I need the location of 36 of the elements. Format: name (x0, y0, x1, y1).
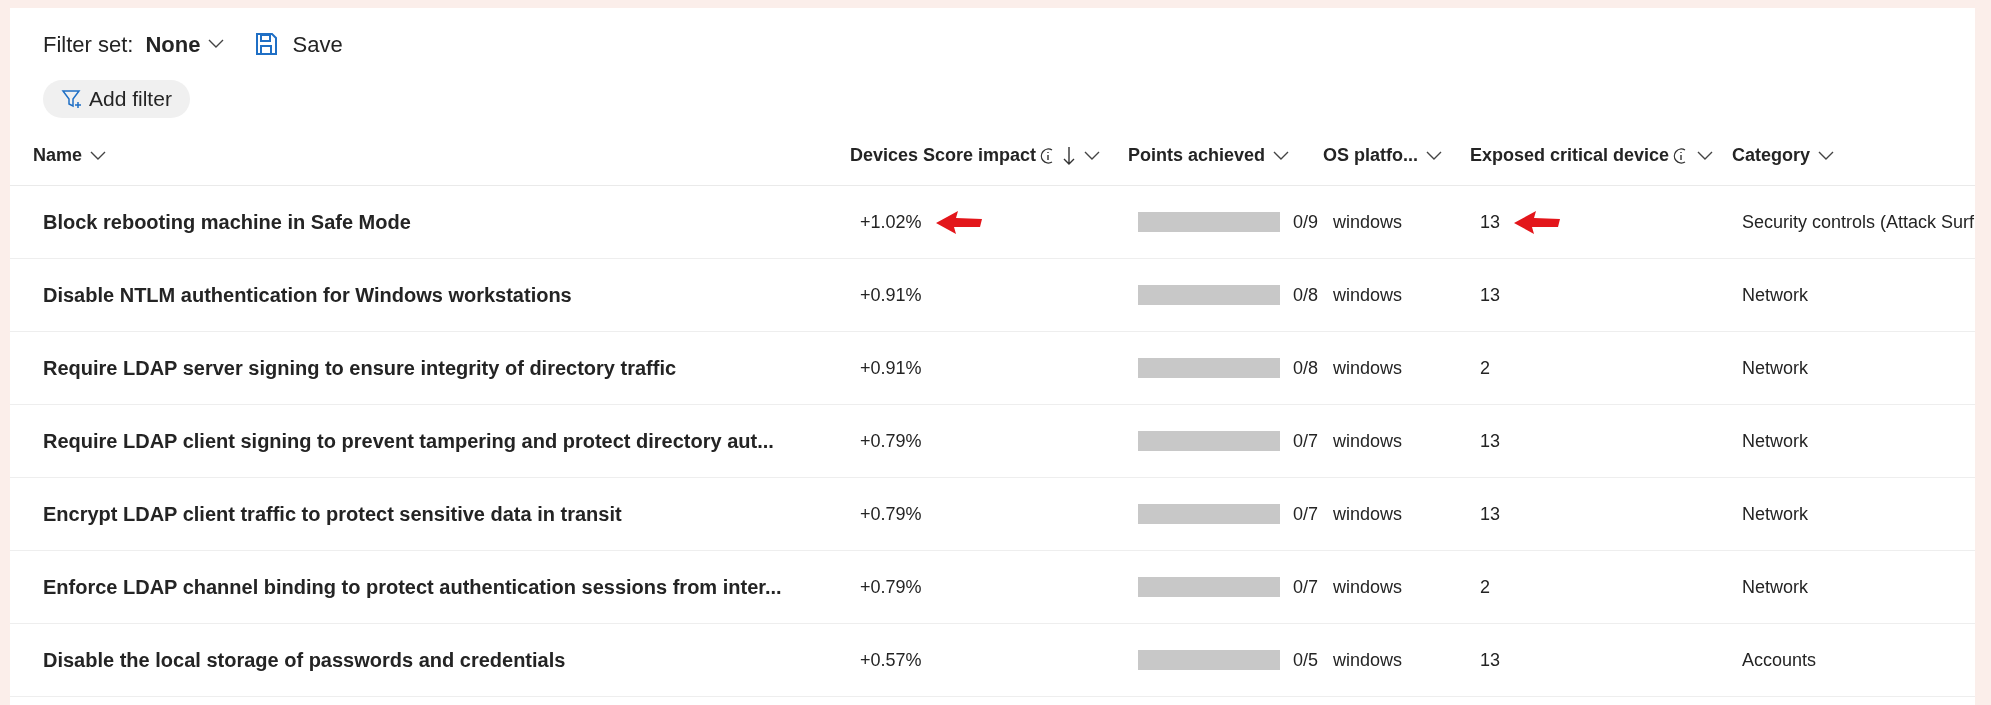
os-platform: windows (1333, 429, 1404, 453)
score-impact: +0.79% (860, 575, 922, 599)
exposed-devices-count: 13 (1480, 283, 1501, 307)
filter-set-label: Filter set: (43, 30, 134, 59)
score-impact: +0.91% (860, 356, 922, 380)
points-achieved: 0/7 (1293, 429, 1319, 453)
score-impact: +1.02% (860, 208, 922, 236)
points-achieved: 0/7 (1293, 502, 1319, 526)
exposed-devices-count: 13 (1480, 208, 1501, 236)
os-platform: windows (1333, 283, 1404, 307)
category: Network (1742, 575, 1809, 599)
category: Network (1742, 283, 1809, 307)
os-platform: windows (1333, 648, 1404, 672)
category: Network (1742, 429, 1809, 453)
points-achieved: 0/9 (1293, 210, 1319, 234)
category: Accounts (1742, 648, 1818, 672)
points-achieved: 0/5 (1293, 648, 1319, 672)
points-achieved: 0/8 (1293, 283, 1319, 307)
score-impact: +0.57% (860, 648, 922, 672)
exposed-devices-count: 2 (1480, 575, 1490, 599)
exposed-devices-count: 2 (1480, 356, 1490, 380)
category: Network (1742, 356, 1809, 380)
score-impact: +0.79% (860, 502, 922, 526)
score-impact: +0.91% (860, 283, 922, 307)
exposed-devices-count: 13 (1480, 502, 1501, 526)
os-platform: windows (1333, 210, 1404, 234)
os-platform: windows (1333, 502, 1404, 526)
score-impact: +0.79% (860, 429, 922, 453)
points-achieved: 0/7 (1293, 575, 1319, 599)
os-platform: windows (1333, 356, 1404, 380)
os-platform: windows (1333, 575, 1404, 599)
points-achieved: 0/8 (1293, 356, 1319, 380)
category: Security controls (Attack Surf (1742, 210, 1975, 234)
exposed-devices-count: 13 (1480, 648, 1501, 672)
exposed-devices-count: 13 (1480, 429, 1501, 453)
category: Network (1742, 502, 1809, 526)
